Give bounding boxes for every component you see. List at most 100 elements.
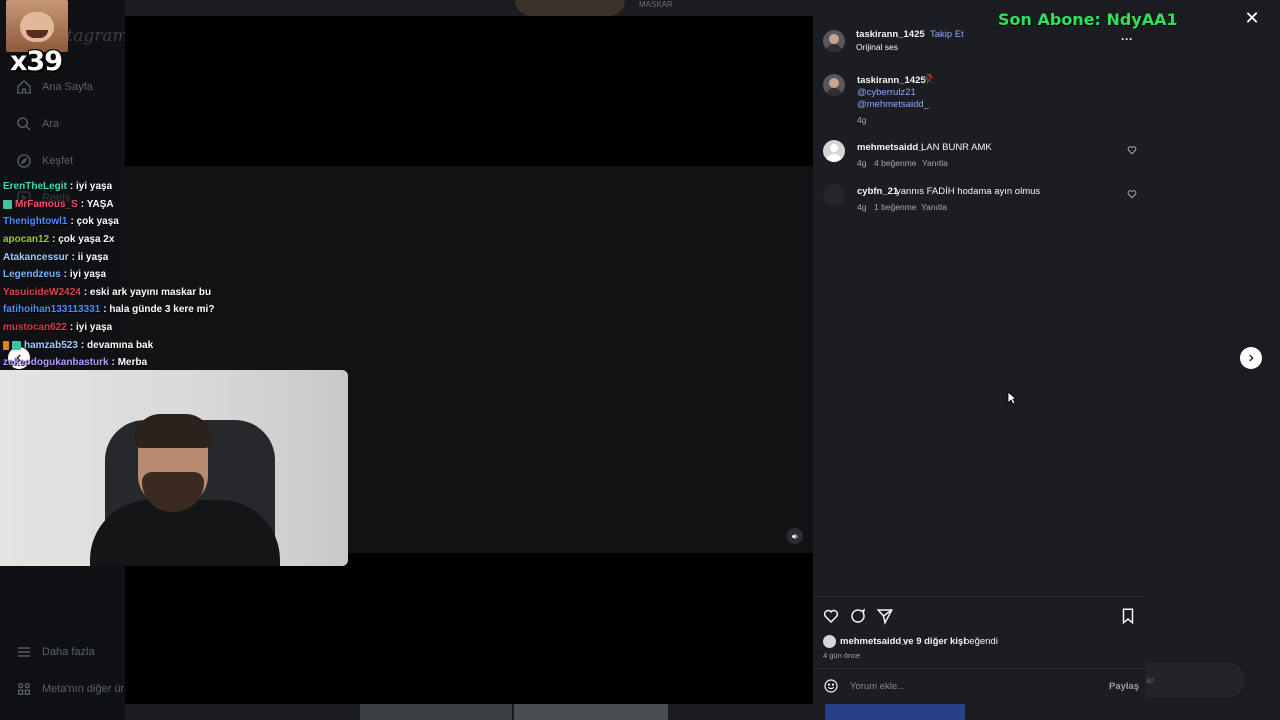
mute-button[interactable] (787, 528, 803, 544)
emote-image (6, 0, 68, 52)
comment-username[interactable]: cybfn_21 (857, 186, 898, 197)
last-subscriber-label: Son Abone: NdyAA1 (998, 10, 1178, 29)
backdrop-tile (360, 704, 512, 720)
comment-likes[interactable]: 1 beğenme (874, 202, 917, 212)
nav-item-explore[interactable]: Keşfet (16, 153, 73, 169)
chat-text: : iyi yaşa (63, 269, 107, 281)
comment-text: yannıs FADİH hodama ayın olmus (896, 186, 1041, 197)
chat-username: apocan12 (3, 234, 50, 246)
chat-message: Legendzeus : iyi yaşa (3, 266, 263, 284)
divider (813, 596, 1146, 597)
compass-icon (17, 154, 31, 168)
caption-avatar[interactable] (823, 74, 845, 96)
mention-link[interactable]: @cyberrulz21 (857, 87, 916, 98)
menu-icon (18, 647, 30, 657)
chat-message: ErenTheLegit : iyi yaşa (3, 178, 263, 196)
nav-item-label: Keşfet (42, 155, 74, 167)
caption-emoji: 🥀 (923, 74, 935, 84)
nav-item-label: Daha fazla (42, 646, 95, 658)
chat-message: Thenightowl1 : çok yaşa (3, 213, 263, 231)
webcam-overlay (0, 370, 348, 566)
chat-username: mustocan622 (3, 322, 67, 334)
comment-username[interactable]: mehmetsaidd_ (857, 142, 924, 153)
post-date: 4 gün önce (823, 651, 861, 660)
author-username[interactable]: taskirann_1425 (856, 29, 925, 40)
nav-item-search[interactable]: Ara (16, 116, 59, 132)
chat-username: ErenTheLegit (3, 181, 67, 193)
comment-avatar[interactable] (823, 140, 845, 162)
emoji-icon[interactable] (823, 678, 839, 694)
nav-item-meta[interactable]: Meta'nın diğer ür (16, 681, 124, 697)
mention-link[interactable]: @mehmetsaidd_ (857, 99, 929, 110)
backdrop-tile (515, 0, 625, 16)
next-button[interactable] (1240, 347, 1262, 369)
chevron-right-icon (1249, 354, 1254, 362)
post-comment-button[interactable]: Paylaş (1109, 681, 1139, 692)
author-avatar[interactable] (823, 30, 845, 52)
chat-username: zekepdogukanbasturk (3, 357, 109, 369)
caption-username[interactable]: taskirann_1425 (857, 75, 926, 86)
chat-text: : iyi yaşa (69, 322, 113, 334)
emote-count: x39 (10, 46, 63, 77)
comment-time: 4g (857, 202, 867, 212)
sub-badge-icon (12, 340, 21, 350)
chat-username: Atakancessur (3, 251, 69, 263)
comment-input[interactable]: Yorum ekle... (850, 681, 905, 692)
chat-username: YasuicideW2424 (3, 286, 81, 298)
chat-text: : çok yaşa 2x (52, 234, 115, 246)
comment-avatar[interactable] (823, 184, 845, 206)
chat-username: Legendzeus (3, 269, 61, 281)
chat-username: hamzab523 (24, 339, 78, 351)
mouse-cursor-icon (1007, 391, 1017, 405)
chat-message: mustocan622 : iyi yaşa (3, 319, 263, 337)
nav-item-label: Ana Sayfa (42, 81, 93, 93)
post-panel: taskirann_1425 • Takip Et Orijinal ses ·… (813, 16, 1146, 704)
bookmark-icon[interactable] (1119, 607, 1137, 625)
audio-label[interactable]: Orijinal ses (856, 42, 898, 52)
home-icon (17, 80, 31, 94)
chat-message: fatihoihan133113331 : hala günde 3 kere … (3, 301, 263, 319)
screen: MASKAR ılar Instagram Ana Sayfa Ara Keşf… (0, 0, 1280, 720)
dot-separator: • (922, 29, 925, 39)
meta-icon (17, 683, 30, 695)
chat-message: apocan12 : çok yaşa 2x (3, 231, 263, 249)
like-icon[interactable] (822, 607, 840, 625)
share-icon[interactable] (876, 607, 894, 625)
chat-text: : eski ark yayını maskar bu (83, 286, 212, 298)
backdrop-tile (825, 704, 965, 720)
chat-text: : çok yaşa (70, 216, 119, 228)
chat-message: zekepdogukanbasturk : Merba (3, 354, 263, 372)
nav-item-home[interactable]: Ana Sayfa (16, 79, 93, 95)
webcam-person-hair (134, 414, 212, 448)
comment-text: LAN BUNR AMK (921, 142, 992, 153)
comment-likes[interactable]: 4 beğenme (874, 158, 917, 168)
chat-message: YasuicideW2424 : eski ark yayını maskar … (3, 284, 263, 302)
chat-text: : Merba (111, 357, 148, 369)
nav-item-label: Ara (42, 118, 60, 130)
reply-button[interactable]: Yanıtla (921, 202, 947, 212)
backdrop-tile (514, 704, 668, 720)
more-options-icon[interactable]: ··· (1121, 32, 1133, 46)
comment-like-icon[interactable] (1127, 145, 1137, 155)
liked-by-rest[interactable]: ve 9 diğer kişi (903, 636, 966, 647)
comment-icon[interactable] (849, 607, 867, 625)
search-icon (17, 117, 31, 131)
comment-time: 4g (857, 158, 867, 168)
chat-message: MrFamous_S : YAŞA (3, 196, 263, 214)
nav-item-label: Meta'nın diğer ür (42, 683, 125, 695)
chat-text: : YAŞA (80, 198, 114, 210)
close-icon[interactable]: ✕ (1244, 9, 1260, 27)
reply-button[interactable]: Yanıtla (922, 158, 948, 168)
nav-item-more[interactable]: Daha fazla (16, 644, 95, 660)
chat-message: hamzab523 : devamına bak (3, 336, 263, 354)
comment-like-icon[interactable] (1127, 189, 1137, 199)
caption-time: 4g (857, 115, 867, 125)
backdrop-label: MASKAR (639, 0, 673, 9)
chat-username: Thenightowl1 (3, 216, 68, 228)
follow-button[interactable]: Takip Et (930, 29, 964, 40)
chat-username: fatihoihan133113331 (3, 304, 101, 316)
stream-chat: ErenTheLegit : iyi yaşa MrFamous_S : YAŞ… (3, 178, 263, 372)
liked-by-avatar[interactable] (823, 635, 836, 648)
divider (813, 668, 1146, 669)
liked-by-user[interactable]: mehmetsaidd_ (840, 636, 907, 647)
